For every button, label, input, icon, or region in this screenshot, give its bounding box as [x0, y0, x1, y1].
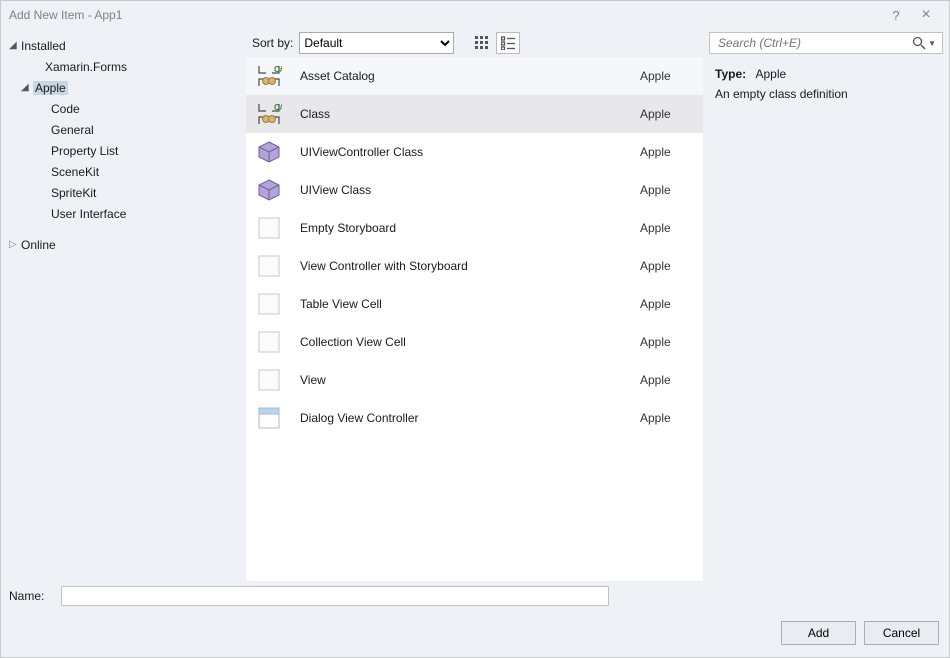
details-pane: Type: Apple An empty class definition: [703, 57, 949, 111]
tree-spritekit[interactable]: SpriteKit: [5, 182, 242, 203]
template-category: Apple: [640, 259, 695, 273]
chevron-down-icon: ▼: [928, 39, 936, 48]
tree-installed[interactable]: ◢ Installed: [5, 35, 242, 56]
view-small-icons-button[interactable]: [470, 32, 494, 54]
template-item[interactable]: UIView ClassApple: [246, 171, 703, 209]
type-value: Apple: [755, 67, 786, 81]
template-category: Apple: [640, 183, 695, 197]
cs-icon: [256, 63, 282, 89]
tree-apple[interactable]: ◢ Apple: [5, 77, 242, 98]
template-category: Apple: [640, 145, 695, 159]
sort-by-select[interactable]: Default: [299, 32, 454, 54]
page-icon: [256, 215, 282, 241]
search-box[interactable]: ▼: [709, 32, 943, 54]
page-icon: [256, 253, 282, 279]
tree-scenekit[interactable]: SceneKit: [5, 161, 242, 182]
add-button[interactable]: Add: [781, 621, 856, 645]
window-title: Add New Item - App1: [9, 8, 881, 22]
template-item[interactable]: ViewApple: [246, 361, 703, 399]
page-icon: [256, 291, 282, 317]
template-name: View: [300, 373, 640, 387]
template-name: UIView Class: [300, 183, 640, 197]
grid-icon: [475, 36, 489, 50]
search-input[interactable]: [716, 35, 912, 51]
tree-user-interface[interactable]: User Interface: [5, 203, 242, 224]
tree-xamarin-forms[interactable]: Xamarin.Forms: [5, 56, 242, 77]
sort-by-label: Sort by:: [252, 36, 293, 50]
template-item[interactable]: UIViewController ClassApple: [246, 133, 703, 171]
template-category: Apple: [640, 335, 695, 349]
cube-icon: [256, 139, 282, 165]
template-list: Asset CatalogAppleClassAppleUIViewContro…: [246, 57, 703, 581]
template-category: Apple: [640, 221, 695, 235]
tree-label: Installed: [21, 39, 66, 53]
sheet-icon: [256, 405, 282, 431]
template-item[interactable]: Collection View CellApple: [246, 323, 703, 361]
page-icon: [256, 367, 282, 393]
search-icon: [912, 36, 926, 50]
template-name: Asset Catalog: [300, 69, 640, 83]
name-label: Name:: [9, 589, 61, 603]
type-label: Type:: [715, 67, 746, 81]
tree-label: Apple: [33, 81, 68, 95]
chevron-down-icon: ◢: [21, 82, 33, 93]
description-text: An empty class definition: [715, 87, 937, 101]
tree-online[interactable]: ▷ Online: [5, 234, 242, 255]
template-item[interactable]: Dialog View ControllerApple: [246, 399, 703, 437]
template-item[interactable]: View Controller with StoryboardApple: [246, 247, 703, 285]
template-name: View Controller with Storyboard: [300, 259, 640, 273]
name-input[interactable]: [61, 586, 609, 606]
chevron-right-icon: ▷: [9, 239, 21, 250]
titlebar: Add New Item - App1 ? ×: [1, 1, 949, 29]
template-category: Apple: [640, 297, 695, 311]
list-icon: [501, 36, 515, 50]
cube-icon: [256, 177, 282, 203]
tree-general[interactable]: General: [5, 119, 242, 140]
template-name: Class: [300, 107, 640, 121]
toolbar: Sort by: Default: [246, 29, 703, 57]
template-item[interactable]: Asset CatalogApple: [246, 57, 703, 95]
page-icon: [256, 329, 282, 355]
template-name: Dialog View Controller: [300, 411, 640, 425]
close-button[interactable]: ×: [911, 6, 941, 24]
help-button[interactable]: ?: [881, 8, 911, 23]
template-category: Apple: [640, 107, 695, 121]
view-list-button[interactable]: [496, 32, 520, 54]
cancel-button[interactable]: Cancel: [864, 621, 939, 645]
tree-label: Online: [21, 238, 56, 252]
template-category: Apple: [640, 69, 695, 83]
cs-icon: [256, 101, 282, 127]
template-item[interactable]: Table View CellApple: [246, 285, 703, 323]
template-item[interactable]: Empty StoryboardApple: [246, 209, 703, 247]
template-category: Apple: [640, 411, 695, 425]
template-category: Apple: [640, 373, 695, 387]
template-item[interactable]: ClassApple: [246, 95, 703, 133]
template-name: Collection View Cell: [300, 335, 640, 349]
template-name: Empty Storyboard: [300, 221, 640, 235]
chevron-down-icon: ◢: [9, 40, 21, 51]
template-name: UIViewController Class: [300, 145, 640, 159]
category-tree: ◢ Installed Xamarin.Forms ◢ Apple Code G…: [1, 29, 246, 581]
tree-label: Xamarin.Forms: [45, 60, 127, 74]
template-name: Table View Cell: [300, 297, 640, 311]
tree-code[interactable]: Code: [5, 98, 242, 119]
tree-property-list[interactable]: Property List: [5, 140, 242, 161]
